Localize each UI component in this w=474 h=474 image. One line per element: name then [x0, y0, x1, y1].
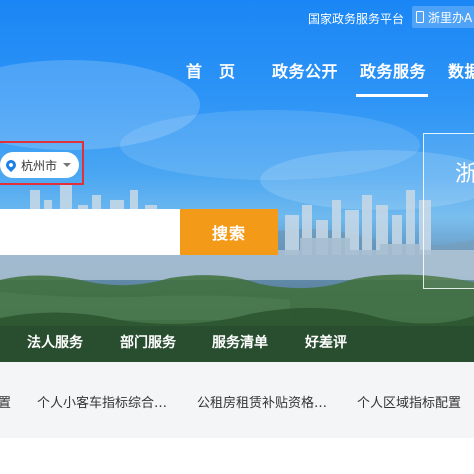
nav-item-home[interactable]: 首 页	[186, 58, 236, 82]
city-name: 杭州市	[21, 158, 58, 173]
mobile-app-link[interactable]: 浙里办A	[412, 6, 474, 28]
service-link-rating[interactable]: 好差评	[305, 332, 347, 352]
service-link-department[interactable]: 部门服务	[120, 332, 176, 352]
hot-service-item[interactable]: 个人小客车指标综合…	[37, 392, 167, 411]
city-selector[interactable]: 杭州市	[0, 152, 79, 178]
search-input[interactable]	[0, 209, 180, 255]
service-link-service-list[interactable]: 服务清单	[212, 332, 268, 352]
main-nav: 首 页 政务公开 政务服务 数据	[0, 58, 474, 98]
location-pin-icon	[3, 157, 19, 173]
search-button[interactable]: 搜索	[180, 209, 278, 255]
phone-icon	[416, 11, 424, 23]
side-promo-card-title: 浙	[455, 162, 474, 187]
nav-item-gov-services[interactable]: 政务服务	[360, 58, 426, 82]
mobile-app-label: 浙里办A	[428, 10, 473, 25]
page-body	[0, 438, 474, 474]
chevron-down-icon	[63, 163, 72, 167]
nav-item-gov-affairs-open[interactable]: 政务公开	[272, 58, 338, 82]
nav-item-data[interactable]: 数据	[448, 58, 474, 82]
active-nav-indicator	[356, 94, 428, 97]
service-link-legal-person[interactable]: 法人服务	[27, 332, 83, 352]
national-platform-link[interactable]: 国家政务服务平台	[308, 10, 404, 27]
hot-service-item[interactable]: 个人区域指标配置	[357, 392, 461, 411]
hot-service-item[interactable]: 公租房租赁补贴资格…	[197, 392, 327, 411]
hot-service-item[interactable]: 置	[0, 392, 11, 411]
page: 国家政务服务平台 浙里办A 首 页 政务公开 政务服务 数据 杭州市 搜索 浙 …	[0, 0, 474, 474]
